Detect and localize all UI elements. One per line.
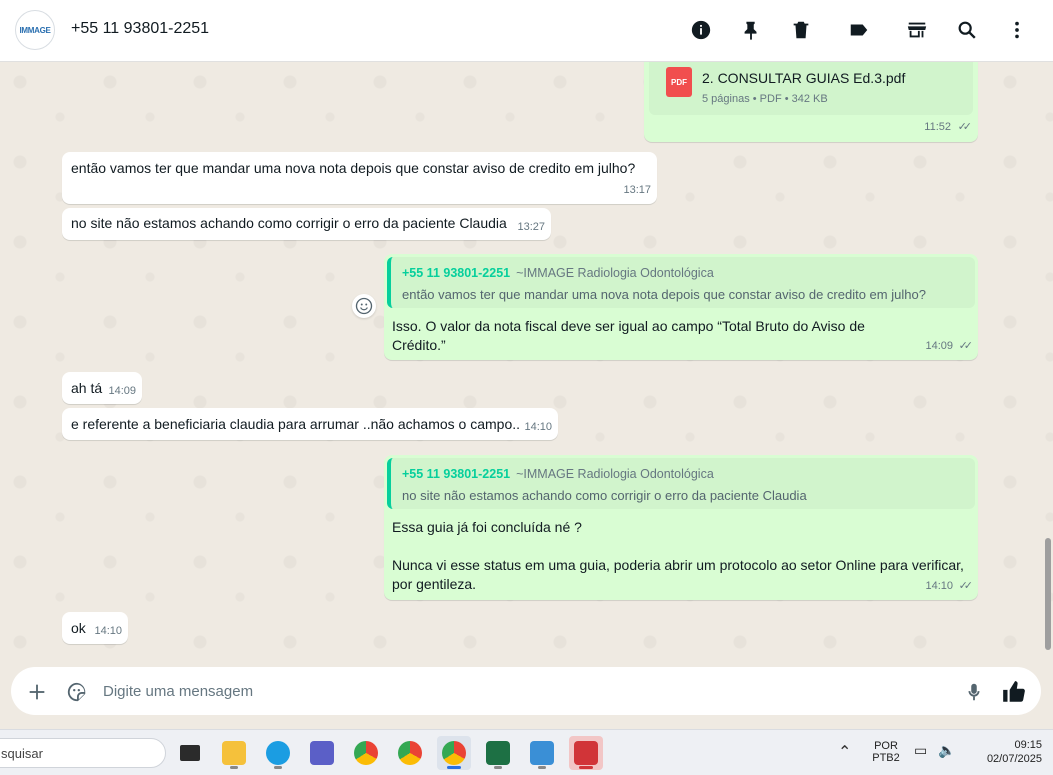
message-time: 14:10 [94, 625, 122, 637]
message-input[interactable] [103, 680, 943, 702]
message-text-line: Crédito.” [392, 337, 446, 353]
message-text-line: Essa guia já foi concluída né ? [392, 519, 582, 535]
pdf-file-icon: PDF [666, 67, 692, 97]
message-time: 13:17 [623, 184, 651, 196]
incoming-message[interactable]: no site não estamos achando como corrigi… [62, 208, 551, 240]
quoted-message[interactable]: +55 11 93801-2251 ~IMMAGE Radiologia Odon… [387, 458, 975, 509]
message-time: 14:09 [108, 385, 136, 397]
quote-text: no site não estamos achando como corrigi… [402, 488, 807, 503]
message-time: 14:10 [925, 580, 953, 592]
quoted-message[interactable]: +55 11 93801-2251 ~IMMAGE Radiologia Odon… [387, 257, 975, 308]
pdf-card[interactable]: PDF 2. CONSULTAR GUIAS Ed.3.pdf 5 página… [649, 62, 973, 115]
clock[interactable]: 09:15 02/07/2025 [970, 739, 1042, 765]
store-icon[interactable] [904, 17, 930, 43]
chat-area[interactable]: PDF 2. CONSULTAR GUIAS Ed.3.pdf 5 página… [0, 62, 1053, 665]
tray-chevron-icon[interactable]: ⌃ [838, 742, 851, 762]
chrome-profile-1-icon[interactable] [349, 736, 383, 770]
message-text: ok [71, 620, 86, 636]
message-time: 13:27 [517, 221, 545, 233]
message-time: 11:52 [924, 121, 951, 133]
message-text: então vamos ter que mandar uma nova nota… [71, 160, 636, 176]
message-time: 14:10 [524, 421, 552, 433]
snipping-tool-icon[interactable] [569, 736, 603, 770]
quote-text: então vamos ter que mandar uma nova nota… [402, 287, 926, 302]
message-text-line: por gentileza. [392, 576, 477, 592]
react-emoji-icon[interactable] [352, 294, 376, 318]
quote-author: +55 11 93801-2251 ~IMMAGE Radiologia Odon… [402, 266, 714, 280]
sticker-icon[interactable] [64, 679, 90, 705]
pdf-message[interactable]: PDF 2. CONSULTAR GUIAS Ed.3.pdf 5 página… [644, 62, 978, 142]
message-text: e referente a beneficiaria claudia para … [71, 416, 521, 432]
language-indicator[interactable]: POR PTB2 [870, 740, 902, 764]
volume-icon[interactable]: 🔈 [938, 742, 955, 759]
taskbar-search-text: squisar [1, 746, 43, 761]
chrome-active-icon[interactable] [437, 736, 471, 770]
task-view-icon[interactable] [173, 736, 207, 770]
incoming-message[interactable]: ah tá 14:09 [62, 372, 142, 404]
message-composer [11, 667, 1041, 715]
read-receipt-icon: ✓✓ [958, 340, 974, 352]
message-text: no site não estamos achando como corrigi… [71, 215, 507, 231]
microphone-icon[interactable] [961, 679, 987, 705]
delete-icon[interactable] [788, 17, 814, 43]
windows-taskbar: squisar ⌃ POR PTB2 ▭ 🔈 09:15 02/07/2025 [0, 729, 1053, 775]
pdf-file-meta: 5 páginas • PDF • 342 KB [702, 93, 828, 105]
pdf-file-name: 2. CONSULTAR GUIAS Ed.3.pdf [702, 70, 906, 86]
message-text: ah tá [71, 380, 103, 396]
teams-icon[interactable] [305, 736, 339, 770]
info-icon[interactable] [688, 17, 714, 43]
search-icon[interactable] [954, 17, 980, 43]
chat-header: IMMAGE +55 11 93801-2251 [0, 0, 1053, 62]
message-time: 14:09 [925, 340, 953, 352]
taskbar-search[interactable]: squisar [0, 738, 166, 768]
incoming-message[interactable]: então vamos ter que mandar uma nova nota… [62, 152, 657, 204]
notepad-icon[interactable] [525, 736, 559, 770]
file-explorer-icon[interactable] [217, 736, 251, 770]
attach-plus-icon[interactable] [24, 679, 50, 705]
contact-name[interactable]: +55 11 93801-2251 [71, 20, 209, 38]
avatar[interactable]: IMMAGE [15, 10, 55, 50]
network-icon[interactable]: ▭ [914, 742, 927, 759]
menu-icon[interactable] [1004, 17, 1030, 43]
read-receipt-icon: ✓✓ [958, 580, 974, 592]
read-receipt-icon: ✓✓ [957, 121, 973, 133]
pin-icon[interactable] [738, 17, 764, 43]
outgoing-reply-message[interactable]: +55 11 93801-2251 ~IMMAGE Radiologia Odon… [384, 455, 978, 600]
chrome-profile-2-icon[interactable] [393, 736, 427, 770]
label-icon[interactable] [846, 17, 872, 43]
quote-author: +55 11 93801-2251 ~IMMAGE Radiologia Odon… [402, 467, 714, 481]
incoming-message[interactable]: e referente a beneficiaria claudia para … [62, 408, 558, 440]
thumbs-up-icon[interactable] [1001, 679, 1027, 705]
incoming-message[interactable]: ok 14:10 [62, 612, 128, 644]
edge-browser-icon[interactable] [261, 736, 295, 770]
outgoing-reply-message[interactable]: +55 11 93801-2251 ~IMMAGE Radiologia Odon… [384, 254, 978, 360]
message-text-line: Isso. O valor da nota fiscal deve ser ig… [392, 318, 865, 334]
excel-icon[interactable] [481, 736, 515, 770]
message-text-line: Nunca vi esse status em uma guia, poderi… [392, 557, 964, 573]
chat-scrollbar[interactable] [1045, 538, 1051, 650]
